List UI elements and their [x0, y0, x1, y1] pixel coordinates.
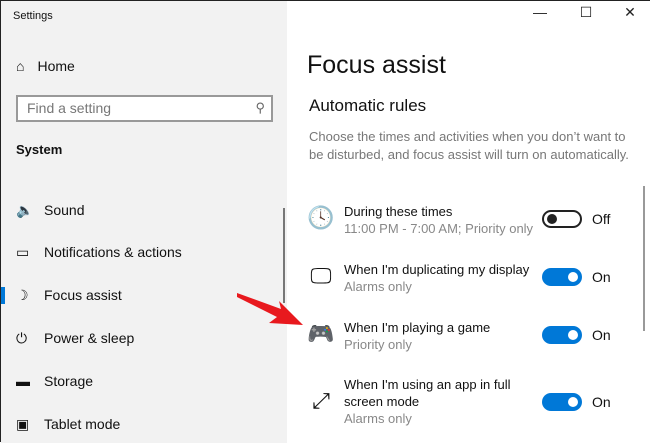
rule-subtitle[interactable]: Priority only — [344, 336, 544, 353]
toggle-state: On — [592, 394, 611, 410]
expand-icon: ⤢ — [312, 388, 330, 413]
nav-label: Storage — [44, 373, 94, 389]
window-title: Settings — [13, 10, 53, 22]
nav-label: Power & sleep — [44, 330, 135, 346]
moon-icon: ☽ — [16, 286, 29, 303]
toggle-full-screen[interactable] — [542, 393, 582, 411]
search-placeholder: Find a setting — [27, 100, 112, 116]
gamepad-icon: 🎮 — [307, 321, 335, 346]
search-icon: ⚲ — [255, 100, 265, 115]
rule-subtitle[interactable]: 11:00 PM - 7:00 AM; Priority only — [344, 220, 544, 237]
description: Choose the times and activities when you… — [309, 129, 629, 162]
message-icon: ▭ — [16, 243, 30, 260]
maximize-button[interactable]: ☐ — [563, 4, 609, 21]
clock-icon: 🕓 — [307, 205, 335, 230]
page-title: Focus assist — [307, 51, 446, 79]
speaker-icon: 🔈 — [16, 201, 34, 218]
sidebar-item-sound[interactable]: 🔈 Sound — [1, 195, 287, 225]
nav-label: Focus assist — [44, 287, 122, 303]
toggle-during-times[interactable] — [542, 210, 582, 228]
content-scrollbar[interactable] — [643, 186, 645, 331]
toggle-duplicating-display[interactable] — [542, 268, 582, 286]
power-icon: ⏻ — [16, 329, 28, 346]
toggle-state: Off — [592, 211, 611, 227]
rule-title: When I'm playing a game — [344, 320, 491, 335]
sidebar-item-tablet[interactable]: ▣ Tablet mode — [1, 409, 287, 439]
home-icon: ⌂ — [16, 58, 25, 74]
nav-label: Tablet mode — [44, 416, 121, 432]
section-title: Automatic rules — [309, 96, 427, 115]
nav-label: Sound — [44, 202, 85, 218]
sidebar-item-storage[interactable]: ▬ Storage — [1, 366, 287, 396]
tablet-icon: ▣ — [16, 415, 30, 432]
toggle-state: On — [592, 327, 611, 343]
nav-label: Notifications & actions — [44, 244, 182, 260]
storage-icon: ▬ — [16, 373, 30, 389]
section-heading: System — [16, 142, 63, 157]
close-button[interactable]: ✕ — [607, 4, 650, 21]
rule-title: When I'm using an app in full screen mod… — [344, 377, 511, 409]
rule-title: When I'm duplicating my display — [344, 262, 530, 277]
red-arrow-annotation — [237, 293, 303, 325]
monitor-icon: 🖵 — [310, 263, 332, 288]
rule-title: During these times — [344, 204, 453, 219]
search-input[interactable]: Find a setting ⚲ — [16, 95, 273, 122]
rule-subtitle[interactable]: Alarms only — [344, 410, 539, 427]
sidebar-item-notifications[interactable]: ▭ Notifications & actions — [1, 237, 287, 267]
sidebar-item-home[interactable]: ⌂ Home — [16, 58, 75, 74]
toggle-playing-game[interactable] — [542, 326, 582, 344]
sidebar: Settings ⌂ Home Find a setting ⚲ System 🔈 S… — [1, 1, 287, 443]
home-label: Home — [37, 58, 75, 74]
toggle-state: On — [592, 269, 611, 285]
rule-subtitle[interactable]: Alarms only — [344, 278, 554, 295]
minimize-button[interactable]: — — [517, 4, 563, 20]
content-pane: — ☐ ✕ Focus assist Automatic rules Choos… — [287, 1, 650, 443]
